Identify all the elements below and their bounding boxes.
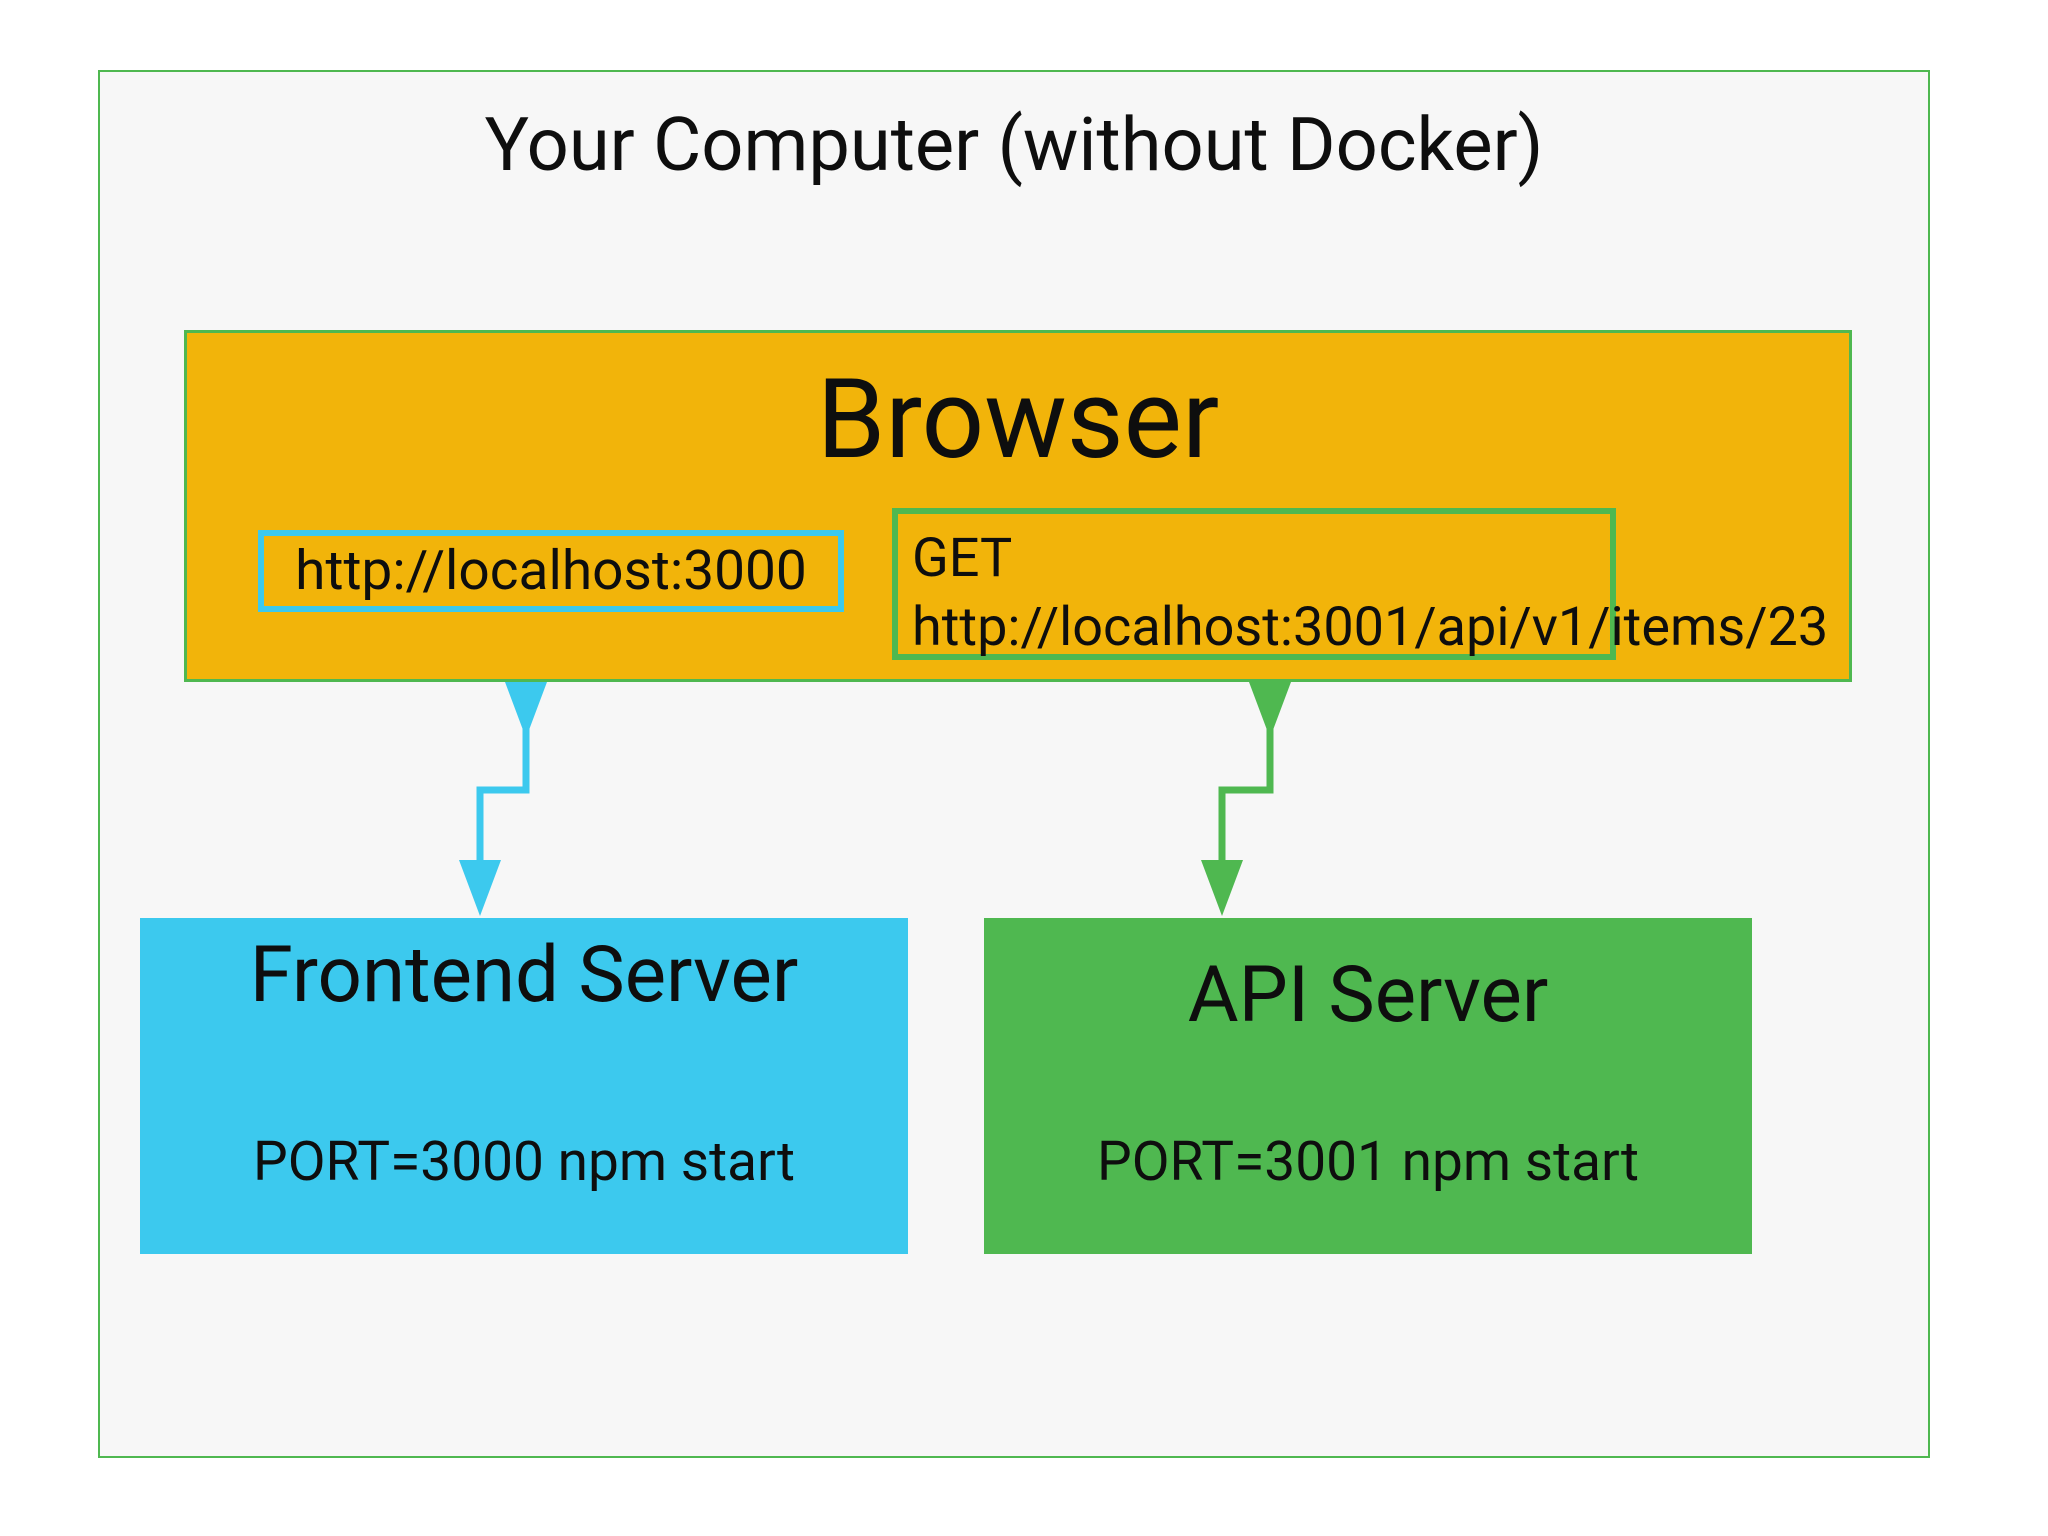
diagram-canvas: Your Computer (without Docker) Browser h…: [0, 0, 2048, 1536]
browser-title: Browser: [187, 355, 1849, 484]
api-request-box: GET http://localhost:3001/api/v1/items/2…: [892, 508, 1616, 660]
frontend-url-box: http://localhost:3000: [258, 530, 844, 612]
frontend-url-text: http://localhost:3000: [295, 539, 807, 603]
computer-title: Your Computer (without Docker): [100, 102, 1928, 189]
api-server-box: API Server PORT=3001 npm start: [984, 918, 1752, 1254]
api-server-command: PORT=3001 npm start: [984, 1130, 1752, 1194]
frontend-server-command: PORT=3000 npm start: [140, 1130, 908, 1194]
frontend-server-box: Frontend Server PORT=3000 npm start: [140, 918, 908, 1254]
frontend-server-title: Frontend Server: [140, 930, 908, 1021]
api-server-title: API Server: [984, 950, 1752, 1041]
